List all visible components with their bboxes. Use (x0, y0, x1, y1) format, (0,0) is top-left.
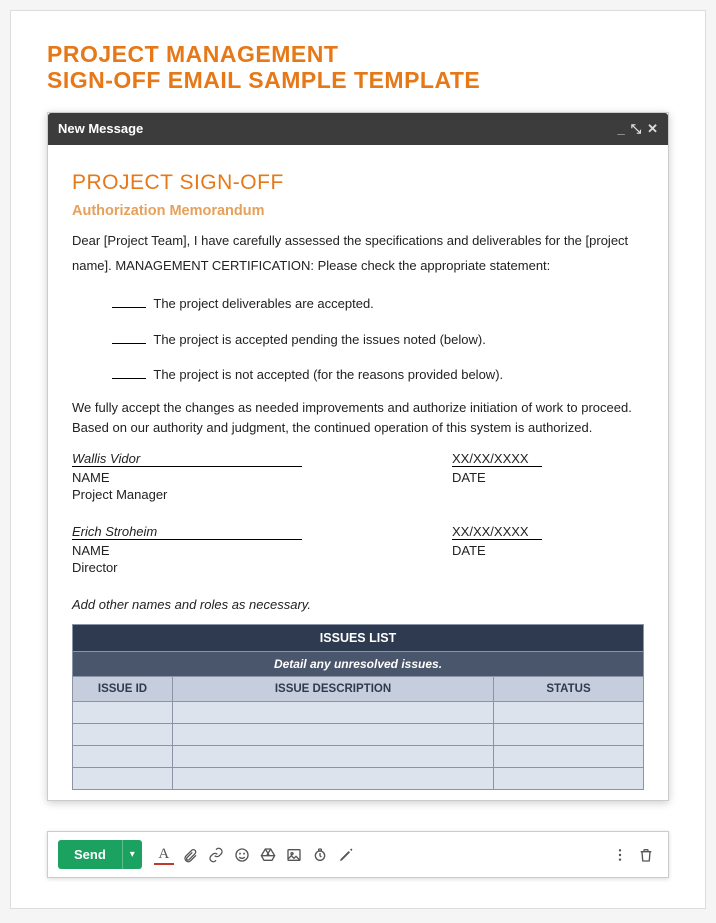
cell-status[interactable] (494, 724, 644, 746)
cell-status[interactable] (494, 768, 644, 790)
cell-description[interactable] (173, 768, 494, 790)
option-text: The project is not accepted (for the rea… (153, 367, 503, 382)
send-button[interactable]: Send (58, 840, 122, 869)
page: PROJECT MANAGEMENT SIGN-OFF EMAIL SAMPLE… (10, 10, 706, 909)
cell-issue-id[interactable] (73, 768, 173, 790)
table-row (73, 702, 644, 724)
cell-description[interactable] (173, 702, 494, 724)
table-subtitle-row: Detail any unresolved issues. (73, 652, 644, 677)
table-row (73, 724, 644, 746)
body-subtitle: Authorization Memorandum (72, 203, 644, 219)
signature-block: Erich Stroheim XX/XX/XXXX NAME DATE Dire… (72, 524, 644, 575)
email-compose-toolbar: Send ▾ A (47, 831, 669, 878)
signer-date-field[interactable]: XX/XX/XXXX (452, 524, 542, 540)
signature-block: Wallis Vidor XX/XX/XXXX NAME DATE Projec… (72, 451, 644, 502)
intro-paragraph: Dear [Project Team], I have carefully as… (72, 229, 644, 278)
col-header-description: ISSUE DESCRIPTION (173, 677, 494, 702)
email-window: New Message _ ⤡ ✕ PROJECT SIGN-OFF Autho… (47, 112, 669, 802)
attach-file-icon[interactable] (178, 843, 202, 867)
title-line-1: PROJECT MANAGEMENT (47, 41, 338, 67)
insert-image-icon[interactable] (282, 843, 306, 867)
checkbox-blank[interactable] (112, 343, 146, 344)
issues-table-subtitle: Detail any unresolved issues. (73, 652, 644, 677)
email-window-title: New Message (58, 121, 143, 136)
add-names-note: Add other names and roles as necessary. (72, 597, 644, 612)
name-label: NAME (72, 543, 452, 558)
cell-status[interactable] (494, 702, 644, 724)
col-header-status: STATUS (494, 677, 644, 702)
title-line-2: SIGN-OFF EMAIL SAMPLE TEMPLATE (47, 67, 480, 93)
insert-link-icon[interactable] (204, 843, 228, 867)
emoji-icon[interactable] (230, 843, 254, 867)
signer-role: Director (72, 560, 644, 575)
signer-name-field[interactable]: Erich Stroheim (72, 524, 302, 540)
send-dropdown-button[interactable]: ▾ (122, 840, 142, 869)
date-label: DATE (452, 543, 644, 558)
option-text: The project deliverables are accepted. (153, 296, 373, 311)
cell-issue-id[interactable] (73, 702, 173, 724)
cell-issue-id[interactable] (73, 724, 173, 746)
date-label: DATE (452, 470, 644, 485)
confidential-mode-icon[interactable] (308, 843, 332, 867)
name-label: NAME (72, 470, 452, 485)
body-title: PROJECT SIGN-OFF (72, 171, 644, 195)
checkbox-blank[interactable] (112, 307, 146, 308)
pen-icon[interactable] (334, 843, 358, 867)
issues-table: ISSUES LIST Detail any unresolved issues… (72, 624, 644, 790)
expand-icon[interactable]: ⤡ (631, 121, 641, 137)
delete-icon[interactable] (634, 843, 658, 867)
text-format-icon[interactable]: A (152, 843, 176, 867)
send-button-group: Send ▾ (58, 840, 142, 869)
email-body: PROJECT SIGN-OFF Authorization Memorandu… (48, 145, 668, 801)
signer-date-field[interactable]: XX/XX/XXXX (452, 451, 542, 467)
table-title-row: ISSUES LIST (73, 625, 644, 652)
close-icon[interactable]: ✕ (647, 121, 658, 137)
checkbox-blank[interactable] (112, 378, 146, 379)
certification-option: The project is not accepted (for the rea… (72, 363, 644, 386)
cell-status[interactable] (494, 746, 644, 768)
table-header-row: ISSUE ID ISSUE DESCRIPTION STATUS (73, 677, 644, 702)
certification-option: The project is accepted pending the issu… (72, 328, 644, 351)
cell-description[interactable] (173, 724, 494, 746)
table-row (73, 768, 644, 790)
cell-issue-id[interactable] (73, 746, 173, 768)
option-text: The project is accepted pending the issu… (153, 332, 485, 347)
more-options-icon[interactable] (608, 843, 632, 867)
page-title: PROJECT MANAGEMENT SIGN-OFF EMAIL SAMPLE… (47, 41, 669, 94)
email-window-header: New Message _ ⤡ ✕ (48, 113, 668, 145)
authorization-paragraph: We fully accept the changes as needed im… (72, 398, 644, 437)
signer-role: Project Manager (72, 487, 644, 502)
col-header-issue-id: ISSUE ID (73, 677, 173, 702)
issues-table-title: ISSUES LIST (73, 625, 644, 652)
drive-icon[interactable] (256, 843, 280, 867)
signer-name-field[interactable]: Wallis Vidor (72, 451, 302, 467)
cell-description[interactable] (173, 746, 494, 768)
table-row (73, 746, 644, 768)
minimize-icon[interactable]: _ (617, 121, 624, 136)
certification-option: The project deliverables are accepted. (72, 292, 644, 315)
